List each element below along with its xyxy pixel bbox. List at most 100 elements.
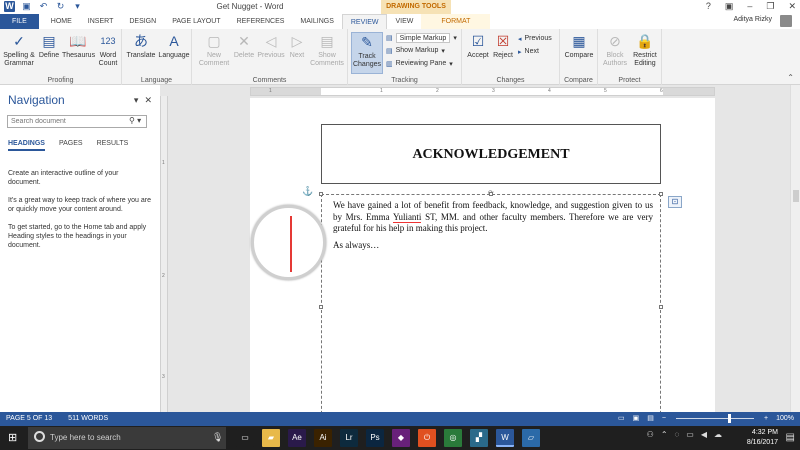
ribbon-display-icon[interactable]: ▣ bbox=[725, 1, 734, 12]
title-text-box[interactable]: ACKNOWLEDGEMENT bbox=[321, 124, 661, 184]
vertical-scrollbar[interactable] bbox=[790, 85, 800, 412]
web-layout-icon[interactable]: ▤ bbox=[647, 414, 654, 422]
tab-insert[interactable]: INSERT bbox=[80, 14, 122, 29]
page-count[interactable]: PAGE 5 OF 13 bbox=[6, 415, 52, 422]
body-text[interactable]: We have gained a lot of benefit from fee… bbox=[333, 200, 653, 256]
pane-options-icon[interactable]: ▾ bbox=[134, 95, 139, 106]
read-mode-icon[interactable]: ▭ bbox=[618, 414, 625, 422]
zoom-in-button[interactable]: + bbox=[764, 415, 768, 422]
resize-handle[interactable] bbox=[489, 192, 493, 196]
chrome-icon[interactable]: ◎ bbox=[444, 429, 462, 447]
misspelled-word[interactable]: Yulianti bbox=[392, 211, 422, 223]
resize-handle[interactable] bbox=[319, 305, 323, 309]
previous-change-button[interactable]: ◂ Previous bbox=[518, 33, 552, 44]
user-name[interactable]: Aditya Rizky bbox=[733, 16, 772, 23]
language-button[interactable]: A Language bbox=[158, 32, 190, 60]
horizontal-ruler: 1 1 2 3 4 5 6 bbox=[250, 87, 715, 96]
reject-button[interactable]: ☒ Reject bbox=[491, 32, 515, 60]
previous-comment-button[interactable]: ◁ Previous bbox=[256, 32, 286, 60]
paragraph[interactable]: We have gained a lot of benefit from fee… bbox=[333, 200, 653, 235]
collapse-ribbon-icon[interactable]: ⌃ bbox=[787, 73, 794, 82]
new-comment-button[interactable]: ▢ New Comment bbox=[196, 32, 232, 68]
tab-file[interactable]: FILE bbox=[0, 14, 39, 29]
help-button[interactable]: ? bbox=[706, 1, 711, 12]
translate-button[interactable]: あ Translate bbox=[126, 32, 156, 60]
accept-button[interactable]: ☑ Accept bbox=[465, 32, 491, 60]
paragraph[interactable]: As always… bbox=[333, 240, 653, 252]
markup-display-dropdown[interactable]: ▤ Simple Markup ▾ bbox=[386, 32, 457, 43]
compare-button[interactable]: ▦ Compare bbox=[562, 32, 596, 60]
tab-results[interactable]: RESULTS bbox=[97, 140, 129, 151]
search-input[interactable] bbox=[7, 115, 147, 128]
tab-page-layout[interactable]: PAGE LAYOUT bbox=[164, 14, 228, 29]
thesaurus-button[interactable]: 📖 Thesaurus bbox=[62, 32, 95, 60]
show-comments-button[interactable]: ▤ Show Comments bbox=[308, 32, 346, 68]
photoshop-icon[interactable]: Ps bbox=[366, 429, 384, 447]
restore-icon[interactable]: ❐ bbox=[766, 1, 774, 12]
notes-app-icon[interactable]: ▞ bbox=[470, 429, 488, 447]
people-icon[interactable]: ⚇ bbox=[647, 430, 654, 439]
block-authors-button[interactable]: ⊘ Block Authors bbox=[600, 32, 630, 68]
word-count[interactable]: 511 WORDS bbox=[68, 415, 108, 422]
next-change-button[interactable]: ▸ Next bbox=[518, 46, 539, 57]
document-page[interactable]: ACKNOWLEDGEMENT ⚓ ⟳ We have gained a lot… bbox=[250, 98, 715, 412]
tab-references[interactable]: REFERENCES bbox=[229, 14, 293, 29]
task-view-icon[interactable]: ▭ bbox=[236, 429, 254, 447]
zoom-slider[interactable] bbox=[676, 413, 754, 423]
visual-studio-icon[interactable]: ◆ bbox=[392, 429, 410, 447]
tab-home[interactable]: HOME bbox=[43, 14, 80, 29]
delete-comment-button[interactable]: ✕ Delete bbox=[232, 32, 256, 60]
zoom-level[interactable]: 100% bbox=[776, 415, 794, 422]
tab-mailings[interactable]: MAILINGS bbox=[292, 14, 341, 29]
power-app-icon[interactable]: ⏻ bbox=[418, 429, 436, 447]
resize-handle[interactable] bbox=[319, 192, 323, 196]
resize-handle[interactable] bbox=[659, 192, 663, 196]
close-pane-icon[interactable]: ✕ bbox=[144, 95, 152, 106]
define-button[interactable]: ▤ Define bbox=[38, 32, 60, 60]
zoom-out-button[interactable]: − bbox=[662, 415, 666, 422]
anchor-icon[interactable]: ⚓ bbox=[302, 186, 313, 197]
document-heading[interactable]: ACKNOWLEDGEMENT bbox=[322, 147, 660, 163]
layout-options-icon[interactable]: ⊡ bbox=[668, 196, 682, 208]
word-icon[interactable]: W bbox=[496, 429, 514, 447]
action-center-icon[interactable]: ▤ bbox=[786, 432, 795, 443]
taskbar-search[interactable]: Type here to search bbox=[28, 427, 226, 449]
illustrator-icon[interactable]: Ai bbox=[314, 429, 332, 447]
chevron-up-icon[interactable]: ⌃ bbox=[661, 430, 668, 439]
tab-pages[interactable]: PAGES bbox=[59, 140, 83, 151]
avatar[interactable] bbox=[780, 15, 792, 27]
scrollbar-thumb[interactable] bbox=[793, 190, 799, 202]
network-icon[interactable]: ◌ bbox=[675, 430, 680, 439]
close-icon[interactable]: ✕ bbox=[788, 1, 796, 12]
tab-view[interactable]: VIEW bbox=[387, 14, 421, 29]
other-app-icon[interactable]: ▱ bbox=[522, 429, 540, 447]
search-icon[interactable]: ⚲ ▾ bbox=[129, 116, 141, 125]
minimize-icon[interactable]: – bbox=[747, 1, 752, 12]
microphone-icon[interactable]: 🎙 bbox=[212, 432, 223, 443]
battery-icon[interactable]: ▭ bbox=[686, 430, 694, 439]
print-layout-icon[interactable]: ▣ bbox=[633, 414, 640, 422]
word-count-button[interactable]: 123 Word Count bbox=[96, 32, 120, 68]
lightroom-icon[interactable]: Lr bbox=[340, 429, 358, 447]
spelling-grammar-button[interactable]: ✓ Spelling & Grammar bbox=[2, 32, 36, 68]
file-explorer-icon[interactable]: ▰ bbox=[262, 429, 280, 447]
after-effects-icon[interactable]: Ae bbox=[288, 429, 306, 447]
windows-start-icon[interactable]: ⊞ bbox=[8, 432, 20, 444]
tab-design[interactable]: DESIGN bbox=[121, 14, 164, 29]
reviewing-pane-button[interactable]: ▥ Reviewing Pane ▾ bbox=[386, 58, 453, 69]
taskbar: ⊞ Type here to search 🎙 ▭ ▰ Ae Ai Lr Ps ◆ ⏻ ◎ ▞ W ▱… bbox=[0, 426, 800, 450]
group-compare: ▦ Compare Compare bbox=[560, 29, 598, 85]
content-text-box[interactable]: We have gained a lot of benefit from fee… bbox=[321, 194, 661, 412]
volume-icon[interactable]: ◀ bbox=[701, 430, 707, 439]
next-comment-button[interactable]: ▷ Next bbox=[286, 32, 308, 60]
tab-review[interactable]: REVIEW bbox=[341, 14, 388, 29]
resize-handle[interactable] bbox=[659, 305, 663, 309]
tab-format[interactable]: FORMAT bbox=[421, 14, 491, 29]
track-changes-button[interactable]: ✎ Track Changes bbox=[351, 32, 383, 74]
show-markup-button[interactable]: ▤ Show Markup ▾ bbox=[386, 45, 445, 56]
restrict-editing-button[interactable]: 🔒 Restrict Editing bbox=[630, 32, 660, 68]
zoom-slider-thumb[interactable] bbox=[728, 413, 731, 423]
tab-headings[interactable]: HEADINGS bbox=[8, 140, 45, 151]
taskbar-clock[interactable]: 4:32 PM 8/16/2017 bbox=[747, 428, 778, 448]
onedrive-icon[interactable]: ☁ bbox=[714, 430, 722, 439]
